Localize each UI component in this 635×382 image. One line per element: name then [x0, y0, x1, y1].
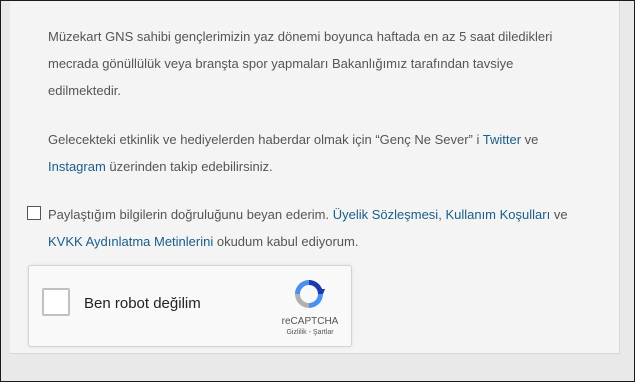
recaptcha-widget: Ben robot değilim reCAPTCHA Gizlilik - Ş…	[28, 265, 352, 347]
recaptcha-links: Gizlilik - Şartlar	[275, 329, 345, 336]
consent-checkbox[interactable]	[27, 206, 41, 220]
recaptcha-logo-icon	[295, 280, 325, 308]
terms-of-use-link[interactable]: Kullanım Koşulları	[445, 207, 550, 222]
recaptcha-checkbox[interactable]	[42, 288, 70, 316]
consent-text-pre: Paylaştığım bilgilerin doğruluğunu beyan…	[48, 207, 333, 222]
recaptcha-terms-link[interactable]: Şartlar	[313, 329, 334, 336]
twitter-link[interactable]: Twitter	[483, 132, 521, 147]
consent-text: Paylaştığım bilgilerin doğruluğunu beyan…	[48, 201, 603, 255]
info-paragraph-1-text: Müzekart GNS sahibi gençlerimizin yaz dö…	[48, 29, 553, 98]
content-panel: Müzekart GNS sahibi gençlerimizin yaz dö…	[10, 1, 620, 354]
kvkk-link[interactable]: KVKK Aydınlatma Metinlerini	[48, 234, 213, 249]
recaptcha-privacy-link[interactable]: Gizlilik	[286, 329, 306, 336]
info-paragraph-2-post: üzerinden takip edebilirsiniz.	[105, 159, 273, 174]
info-paragraph-2-mid: ve	[521, 132, 539, 147]
info-paragraph-1: Müzekart GNS sahibi gençlerimizin yaz dö…	[48, 23, 588, 104]
membership-agreement-link[interactable]: Üyelik Sözleşmesi	[333, 207, 438, 222]
consent-and: ve	[550, 207, 568, 222]
consent-text-post: okudum kabul ediyorum.	[213, 234, 359, 249]
screenshot-frame: Müzekart GNS sahibi gençlerimizin yaz dö…	[0, 0, 635, 382]
info-paragraph-2-pre: Gelecekteki etkinlik ve hediyelerden hab…	[48, 132, 483, 147]
instagram-link[interactable]: Instagram	[48, 159, 106, 174]
recaptcha-brand: reCAPTCHA	[281, 316, 339, 327]
recaptcha-label: Ben robot değilim	[84, 295, 201, 312]
info-paragraph-2: Gelecekteki etkinlik ve hediyelerden hab…	[48, 126, 588, 180]
